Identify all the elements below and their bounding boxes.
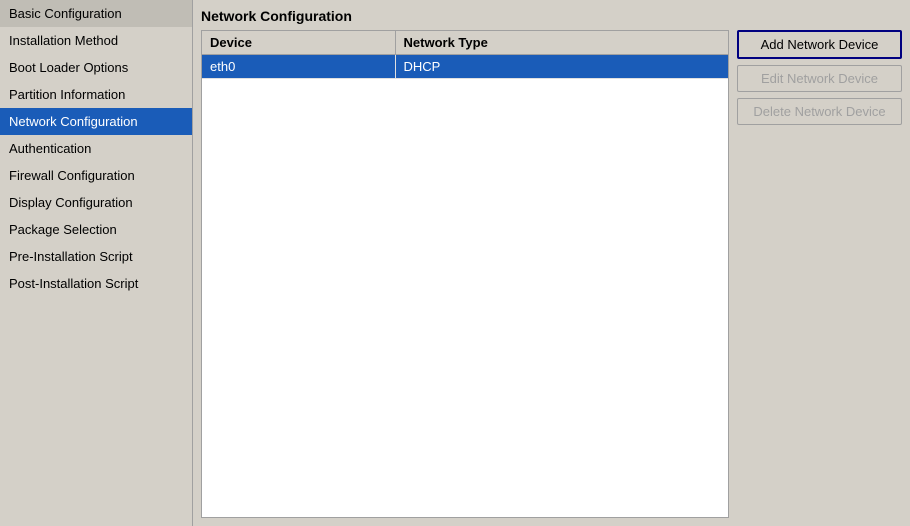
page-title: Network Configuration <box>201 8 902 24</box>
sidebar-item-basic-configuration[interactable]: Basic Configuration <box>0 0 192 27</box>
main-content: Network Configuration Device Network Typ… <box>193 0 910 526</box>
device-table-container: Device Network Type eth0DHCP <box>201 30 729 518</box>
sidebar-item-authentication[interactable]: Authentication <box>0 135 192 162</box>
edit-network-device-button[interactable]: Edit Network Device <box>737 65 902 92</box>
add-network-device-button[interactable]: Add Network Device <box>737 30 902 59</box>
button-panel: Add Network Device Edit Network Device D… <box>737 30 902 518</box>
sidebar-item-installation-method[interactable]: Installation Method <box>0 27 192 54</box>
cell-device: eth0 <box>202 55 395 79</box>
table-row[interactable]: eth0DHCP <box>202 55 728 79</box>
sidebar-item-pre-installation-script[interactable]: Pre-Installation Script <box>0 243 192 270</box>
sidebar-item-boot-loader-options[interactable]: Boot Loader Options <box>0 54 192 81</box>
sidebar: Basic ConfigurationInstallation MethodBo… <box>0 0 193 526</box>
sidebar-item-post-installation-script[interactable]: Post-Installation Script <box>0 270 192 297</box>
sidebar-item-partition-information[interactable]: Partition Information <box>0 81 192 108</box>
col-device: Device <box>202 31 395 55</box>
device-table: Device Network Type eth0DHCP <box>202 31 728 79</box>
content-area: Device Network Type eth0DHCP Add Network… <box>201 30 902 518</box>
sidebar-item-firewall-configuration[interactable]: Firewall Configuration <box>0 162 192 189</box>
sidebar-item-display-configuration[interactable]: Display Configuration <box>0 189 192 216</box>
sidebar-item-package-selection[interactable]: Package Selection <box>0 216 192 243</box>
col-network-type: Network Type <box>395 31 728 55</box>
cell-network-type: DHCP <box>395 55 728 79</box>
sidebar-item-network-configuration[interactable]: Network Configuration <box>0 108 192 135</box>
delete-network-device-button[interactable]: Delete Network Device <box>737 98 902 125</box>
